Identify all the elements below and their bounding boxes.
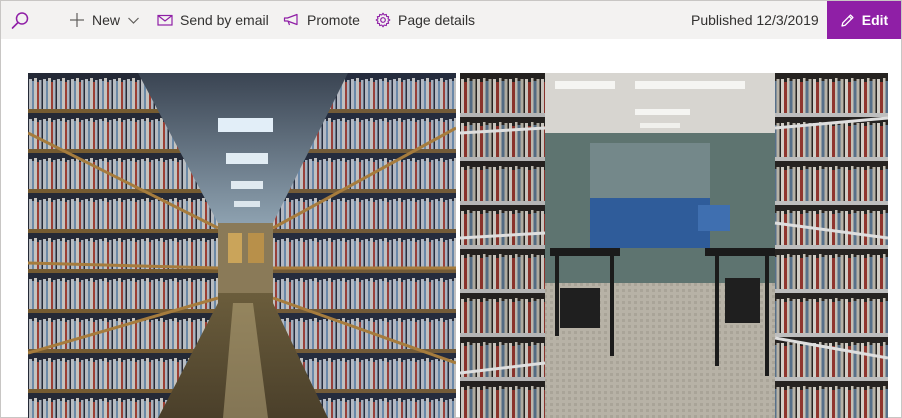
library-aisle-image [28,73,456,418]
plus-icon [70,13,84,27]
promote-button[interactable]: Promote [283,1,360,39]
page-details-label: Page details [398,12,476,28]
chevron-down-icon[interactable] [127,14,140,27]
gear-icon [375,12,391,28]
published-status: Published 12/3/2019 [691,12,819,28]
command-bar: New Send by email Promote Page details P… [1,1,901,39]
send-by-email-label: Send by email [180,12,269,28]
promote-label: Promote [307,12,360,28]
new-button[interactable]: New [69,1,140,39]
new-label: New [92,12,121,28]
search-icon [11,12,29,29]
mail-icon [157,14,173,26]
megaphone-icon [283,13,298,26]
library-study-area-image [460,73,888,418]
send-by-email-button[interactable]: Send by email [157,1,269,39]
edit-button[interactable]: Edit [827,1,901,39]
pencil-icon [841,13,854,27]
page-details-button[interactable]: Page details [375,1,475,39]
search-button[interactable] [9,10,31,32]
edit-label: Edit [861,12,889,28]
